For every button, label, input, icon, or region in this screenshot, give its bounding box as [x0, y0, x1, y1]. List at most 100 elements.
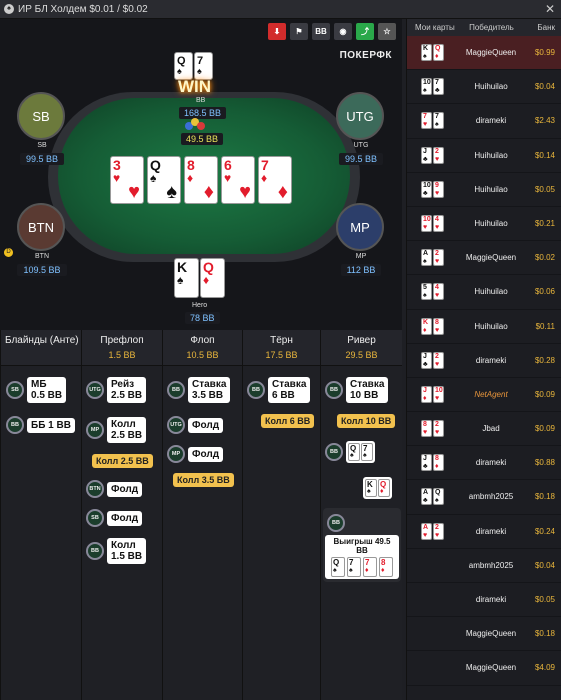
board-card-3: 8 ♦ ♦	[184, 156, 218, 204]
spy-icon[interactable]: ◉	[334, 23, 352, 40]
win-panel: BB Выигрыш 49.5 BB Q ♠ 7 ♠ 7 ♦ 8 ♦	[323, 508, 401, 582]
bank-amount: $0.18	[534, 629, 555, 639]
hero-card-2: Q ♦	[200, 258, 225, 298]
seat-stack: 112 BB	[340, 264, 382, 276]
dealer-button-icon: D	[4, 248, 13, 257]
mini-card: 7 ♠	[433, 112, 444, 130]
action: UTG Рейз 2.5 BB	[86, 377, 147, 403]
board-card-4: 6 ♥ ♥	[221, 156, 255, 204]
street-title: Флоп	[190, 335, 215, 346]
hand-list-row[interactable]: MaggieQueen $4.09	[407, 651, 561, 686]
winner-name: MaggieQueen	[465, 629, 517, 639]
hand-list-row[interactable]: ambmh2025 $0.04	[407, 549, 561, 583]
mini-card: 2 ♥	[433, 146, 444, 164]
bank-amount: $0.11	[535, 321, 555, 331]
call-tag: Колл 3.5 BB	[173, 473, 234, 487]
bb-hole-card-2: 7 ♠	[194, 52, 213, 80]
seat-utg[interactable]: UTG UTG 99.5 BB	[336, 92, 386, 167]
winner-name: Jbad	[482, 424, 500, 434]
share-icon[interactable]: ⤴	[356, 23, 374, 40]
pot-amount: 49.5 BB	[181, 133, 224, 145]
bank-amount: $4.09	[534, 663, 555, 673]
action: MP Фолд	[167, 445, 224, 463]
star-icon[interactable]: ☆	[378, 23, 396, 40]
bb-hole-card-1: Q ♠	[174, 52, 193, 80]
showdown-hero-cards: K ♠ Q ♦	[363, 477, 392, 499]
action: UTG Фолд	[167, 416, 224, 434]
brand-logo: ПОКЕРФК	[339, 50, 392, 61]
hand-list-row[interactable]: K ♦ 8 ♥ Huihuilao $0.11	[407, 310, 561, 344]
hand-list-row[interactable]: J ♣ 2 ♥ Huihuilao $0.14	[407, 139, 561, 173]
win-label: Выигрыш 49.5 BB	[333, 537, 391, 555]
hand-list-row[interactable]: A ♥ 2 ♥ dirameki $0.24	[407, 515, 561, 549]
my-cards: 10 ♠ 7 ♣	[421, 78, 445, 100]
street-pot: 29.5 BB	[345, 350, 378, 360]
mini-card: J ♣	[421, 351, 432, 369]
mini-card: Q ♠	[433, 488, 444, 506]
hand-list: K ♠ Q ♦ MaggieQueen $0.99 10 ♠ 7 ♣ Huihuilao $0.04 7…	[407, 36, 561, 686]
mini-card: 2 ♥	[433, 351, 444, 369]
my-cards: J ♣ 2 ♥	[421, 351, 445, 374]
street-turn: Тёрн 17.5 BB BB Ставка 6 BB Колл 6 BB	[242, 330, 320, 700]
call-tag: Колл 10 BB	[337, 414, 396, 428]
replay-toolbar: ⬇ ⚑ BB ◉ ⤴ ☆	[268, 23, 396, 40]
mini-card: 9 ♥	[433, 180, 444, 198]
my-cards: A ♣ Q ♠	[421, 488, 445, 510]
hero-stack: 78 BB	[185, 312, 220, 324]
winner-name: NetAgent	[474, 389, 508, 399]
street-pot: 10.5 BB	[186, 350, 219, 360]
hand-list-row[interactable]: J ♦ 10 ♥ NetAgent $0.09	[407, 378, 561, 413]
winner-name: Huihuilao	[474, 287, 508, 297]
street-title: Тёрн	[270, 335, 293, 346]
my-cards: 8 ♥ 2 ♥	[421, 420, 445, 442]
mini-card: 5 ♠	[421, 283, 432, 301]
avatar: UTG	[336, 92, 384, 140]
mini-card: 2 ♥	[433, 420, 444, 438]
my-cards: A ♥ 2 ♥	[421, 522, 445, 545]
close-icon[interactable]: ✕	[545, 2, 555, 16]
mini-card: 8 ♥	[421, 420, 432, 438]
hand-list-row[interactable]: K ♠ Q ♦ MaggieQueen $0.99	[407, 36, 561, 71]
winning-cards: Q ♠ 7 ♠ 7 ♦ 8 ♦	[327, 557, 397, 577]
hand-list-row[interactable]: dirameki $0.05	[407, 583, 561, 618]
hand-list-row[interactable]: 7 ♥ 7 ♠ dirameki $2.43	[407, 104, 561, 139]
my-cards: 7 ♥ 7 ♠	[421, 112, 445, 134]
winner-name: dirameki	[475, 458, 507, 468]
winner-name: dirameki	[475, 116, 507, 126]
avatar: MP	[336, 203, 384, 251]
bank-amount: $0.24	[534, 526, 555, 536]
winner-name: Huihuilao	[474, 150, 508, 160]
hand-list-row[interactable]: J ♣ 2 ♥ dirameki $0.28	[407, 344, 561, 378]
winner-name: dirameki	[475, 526, 507, 536]
hand-list-row[interactable]: 5 ♠ 4 ♥ Huihuilao $0.06	[407, 275, 561, 310]
seat-stack: 99.5 BB	[338, 153, 384, 165]
hero-name: Hero	[192, 302, 208, 309]
hand-list-row[interactable]: 10 ♥ 4 ♥ Huihuilao $0.21	[407, 207, 561, 242]
board-card-1: 3 ♥ ♥	[110, 156, 144, 204]
hand-list-row[interactable]: J ♣ 8 ♦ dirameki $0.88	[407, 446, 561, 481]
bank-amount: $0.28	[534, 355, 555, 365]
hand-list-row[interactable]: 8 ♥ 2 ♥ Jbad $0.09	[407, 412, 561, 447]
hand-list-row[interactable]: A ♣ Q ♠ ambmh2025 $0.18	[407, 480, 561, 515]
seat-sb[interactable]: SB SB 99.5 BB	[17, 92, 67, 167]
winner-name: Huihuilao	[474, 218, 508, 228]
hand-list-row[interactable]: A ♠ 2 ♥ MaggieQueen $0.02	[407, 241, 561, 276]
action: BB Ставка 10 BB	[325, 377, 389, 403]
winner-name: Huihuilao	[474, 82, 508, 92]
hand-list-row[interactable]: MaggieQueen $0.18	[407, 617, 561, 652]
action: SB МБ 0.5 BB	[6, 377, 67, 403]
bank-amount: $0.06	[534, 287, 555, 297]
winner-name: dirameki	[475, 355, 507, 365]
hand-list-row[interactable]: 10 ♠ 7 ♣ Huihuilao $0.04	[407, 70, 561, 105]
winner-name: MaggieQueen	[465, 48, 517, 57]
flag-icon[interactable]: ⚑	[290, 23, 308, 40]
seat-mp[interactable]: MP MP 112 BB	[336, 203, 386, 278]
seat-btn[interactable]: BTN BTN 109.5 BB	[17, 203, 67, 278]
bb-toggle-button[interactable]: BB	[312, 23, 330, 40]
mini-card: 4 ♥	[433, 214, 444, 232]
bank-amount: $2.43	[534, 116, 555, 126]
download-icon[interactable]: ⬇	[268, 23, 286, 40]
hand-list-row[interactable]: 10 ♣ 9 ♥ Huihuilao $0.05	[407, 173, 561, 207]
board-card-5: 7 ♦ ♦	[258, 156, 292, 204]
mini-card: 10 ♣	[421, 180, 432, 198]
